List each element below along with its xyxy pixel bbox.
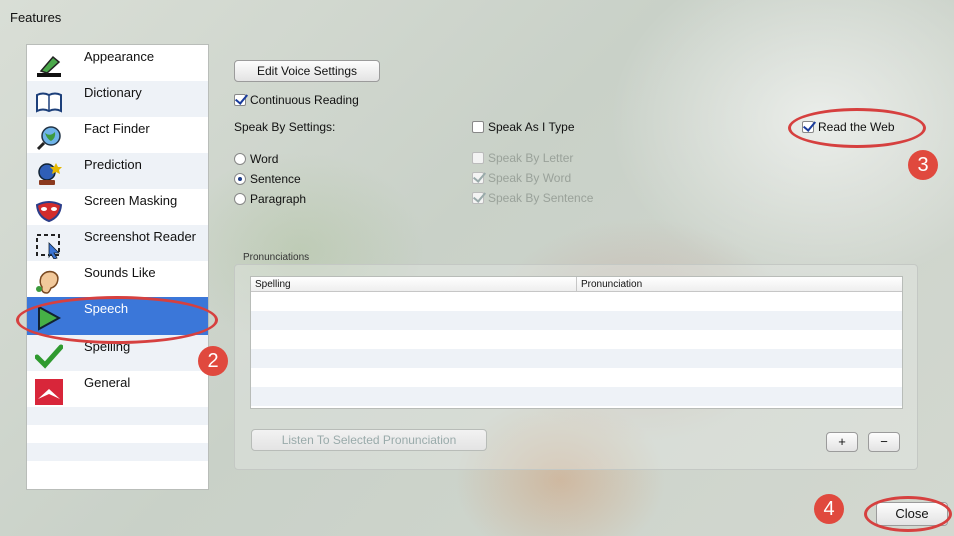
radio-sentence[interactable]: Sentence bbox=[234, 172, 301, 186]
radio-label: Paragraph bbox=[250, 192, 307, 206]
sidebar-item-dictionary[interactable]: Dictionary bbox=[27, 81, 208, 117]
checkbox-box[interactable] bbox=[472, 152, 484, 164]
table-row[interactable] bbox=[251, 330, 902, 349]
highlight-ring-read-the-web bbox=[788, 108, 926, 148]
step-marker-4: 4 bbox=[814, 494, 844, 524]
radio-label: Sentence bbox=[250, 172, 301, 186]
checkbox-box[interactable] bbox=[472, 172, 484, 184]
add-pronunciation-button[interactable]: + bbox=[826, 432, 858, 452]
step-marker-3: 3 bbox=[908, 150, 938, 180]
sidebar-item-general[interactable]: General bbox=[27, 371, 208, 407]
radio-dot[interactable] bbox=[234, 193, 246, 205]
pronunciations-label: Pronunciations bbox=[243, 252, 310, 263]
table-row[interactable] bbox=[251, 292, 902, 311]
sidebar-item-screenshot-reader[interactable]: Screenshot Reader bbox=[27, 225, 208, 261]
crystal-ball-icon bbox=[35, 161, 63, 187]
checkmark-icon bbox=[34, 343, 64, 369]
book-icon bbox=[35, 89, 63, 115]
magnifier-globe-icon bbox=[35, 125, 63, 151]
mask-icon bbox=[35, 197, 63, 223]
speak-as-i-type-checkbox[interactable]: Speak As I Type bbox=[472, 120, 575, 134]
sidebar-item-appearance[interactable]: Appearance bbox=[27, 45, 208, 81]
table-row[interactable] bbox=[251, 311, 902, 330]
column-header-spelling[interactable]: Spelling bbox=[251, 277, 577, 292]
radio-dot[interactable] bbox=[234, 153, 246, 165]
sidebar-item-prediction[interactable]: Prediction bbox=[27, 153, 208, 189]
sidebar-item-label: Screenshot Reader bbox=[84, 229, 197, 244]
speak-by-word-checkbox[interactable]: Speak By Word bbox=[472, 171, 571, 185]
screenshot-selection-icon bbox=[35, 233, 63, 260]
speak-by-settings-label: Speak By Settings: bbox=[234, 120, 336, 134]
sidebar-item-label: Sounds Like bbox=[84, 265, 156, 280]
general-logo-icon bbox=[35, 379, 63, 405]
sidebar-item-label: Fact Finder bbox=[84, 121, 150, 136]
checkbox-label: Speak As I Type bbox=[488, 120, 575, 134]
listen-to-selected-pronunciation-button[interactable]: Listen To Selected Pronunciation bbox=[251, 429, 487, 451]
sidebar-empty-row bbox=[27, 443, 208, 461]
feature-sidebar: Appearance Dictionary Fact Finder Predic… bbox=[26, 44, 209, 490]
radio-word[interactable]: Word bbox=[234, 152, 278, 166]
radio-label: Word bbox=[250, 152, 279, 166]
remove-pronunciation-button[interactable]: − bbox=[868, 432, 900, 452]
sidebar-item-screen-masking[interactable]: Screen Masking bbox=[27, 189, 208, 225]
sidebar-item-label: Appearance bbox=[84, 49, 155, 64]
sidebar-item-label: Prediction bbox=[84, 157, 142, 172]
sidebar-empty-row bbox=[27, 461, 208, 479]
checkbox-label: Continuous Reading bbox=[250, 93, 359, 107]
checkbox-label: Speak By Word bbox=[488, 171, 572, 185]
sidebar-empty-row bbox=[27, 407, 208, 425]
checkbox-box[interactable] bbox=[472, 121, 484, 133]
highlight-ring-close bbox=[864, 496, 952, 532]
speak-by-letter-checkbox[interactable]: Speak By Letter bbox=[472, 151, 573, 165]
window-title: Features bbox=[10, 10, 62, 25]
checkbox-box[interactable] bbox=[472, 192, 484, 204]
highlight-ring-speech bbox=[16, 296, 218, 344]
sidebar-item-label: General bbox=[84, 375, 131, 390]
table-row[interactable] bbox=[251, 387, 902, 406]
checkbox-label: Speak By Letter bbox=[488, 151, 574, 165]
radio-paragraph[interactable]: Paragraph bbox=[234, 192, 306, 206]
table-row[interactable] bbox=[251, 349, 902, 368]
edit-voice-settings-button[interactable]: Edit Voice Settings bbox=[234, 60, 380, 82]
column-header-pronunciation[interactable]: Pronunciation bbox=[577, 277, 902, 292]
sidebar-item-sounds-like[interactable]: Sounds Like bbox=[27, 261, 208, 297]
checkbox-label: Speak By Sentence bbox=[488, 191, 594, 205]
step-marker-2: 2 bbox=[198, 346, 228, 376]
speak-by-sentence-checkbox[interactable]: Speak By Sentence bbox=[472, 191, 593, 205]
radio-dot[interactable] bbox=[234, 173, 246, 185]
table-row[interactable] bbox=[251, 368, 902, 387]
sidebar-item-fact-finder[interactable]: Fact Finder bbox=[27, 117, 208, 153]
sidebar-empty-row bbox=[27, 425, 208, 443]
sidebar-item-label: Dictionary bbox=[84, 85, 142, 100]
checkbox-box[interactable] bbox=[234, 94, 246, 106]
sidebar-item-label: Screen Masking bbox=[84, 193, 178, 208]
continuous-reading-checkbox[interactable]: Continuous Reading bbox=[234, 93, 359, 107]
ear-icon bbox=[35, 269, 63, 295]
pronunciations-table[interactable]: Spelling Pronunciation bbox=[250, 276, 903, 409]
highlighter-icon bbox=[35, 53, 63, 79]
